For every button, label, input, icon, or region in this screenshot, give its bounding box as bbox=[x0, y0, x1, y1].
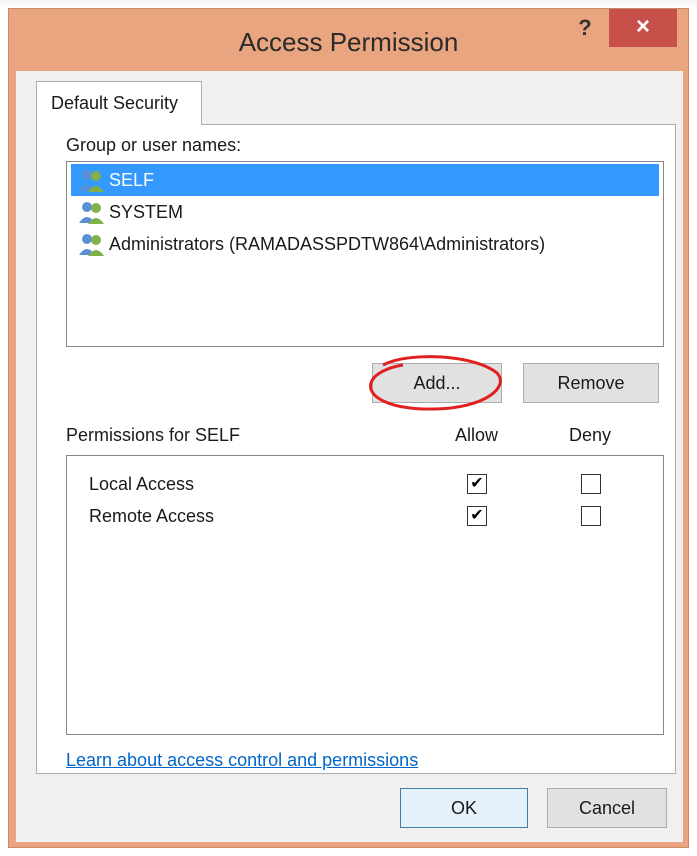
user-group-icon bbox=[79, 202, 104, 224]
list-item-label: SYSTEM bbox=[109, 202, 184, 222]
title-bar[interactable]: Access Permission ? × bbox=[9, 9, 688, 71]
cancel-button[interactable]: Cancel bbox=[547, 788, 667, 828]
ok-button[interactable]: OK bbox=[400, 788, 528, 828]
list-item-label: SELF bbox=[109, 170, 155, 190]
dialog-client-area: Default Security Group or user names: SE… bbox=[16, 71, 683, 842]
dialog-window: Access Permission ? × Default Security G… bbox=[8, 8, 689, 848]
deny-checkbox[interactable] bbox=[581, 506, 601, 526]
permissions-listbox: Local Access ✔ Remote Access ✔ bbox=[66, 455, 664, 735]
background-strip bbox=[0, 0, 697, 8]
perm-label: Remote Access bbox=[89, 506, 215, 526]
learn-more-link[interactable]: Learn about access control and permissio… bbox=[66, 750, 418, 771]
list-item-self[interactable]: SELF bbox=[71, 164, 659, 196]
allow-checkbox[interactable]: ✔ bbox=[467, 474, 487, 494]
perm-label: Local Access bbox=[89, 474, 195, 494]
deny-checkbox[interactable] bbox=[581, 474, 601, 494]
permissions-title: Permissions for SELF bbox=[66, 425, 241, 445]
help-button[interactable]: ? bbox=[565, 13, 605, 43]
user-listbox[interactable]: SELF SYSTEM Administrators (RAMADASSPDTW… bbox=[66, 161, 664, 347]
user-group-icon bbox=[79, 170, 104, 192]
list-item-administrators[interactable]: Administrators (RAMADASSPDTW864\Administ… bbox=[71, 228, 659, 260]
perm-row-local-access: Local Access ✔ bbox=[67, 470, 663, 502]
group-or-user-names-label: Group or user names: bbox=[66, 135, 242, 155]
allow-checkbox[interactable]: ✔ bbox=[467, 506, 487, 526]
add-button[interactable]: Add... bbox=[372, 363, 502, 403]
list-item-system[interactable]: SYSTEM bbox=[71, 196, 659, 228]
allow-header: Allow bbox=[455, 425, 499, 445]
list-item-label: Administrators (RAMADASSPDTW864\Administ… bbox=[109, 234, 546, 254]
perm-row-remote-access: Remote Access ✔ bbox=[67, 502, 663, 534]
user-group-icon bbox=[79, 234, 104, 256]
tab-page: Group or user names: SELF SYSTEM Adminis… bbox=[36, 124, 676, 774]
deny-header: Deny bbox=[569, 425, 612, 445]
tab-default-security[interactable]: Default Security bbox=[36, 81, 202, 125]
remove-button[interactable]: Remove bbox=[523, 363, 659, 403]
close-button[interactable]: × bbox=[609, 9, 677, 47]
